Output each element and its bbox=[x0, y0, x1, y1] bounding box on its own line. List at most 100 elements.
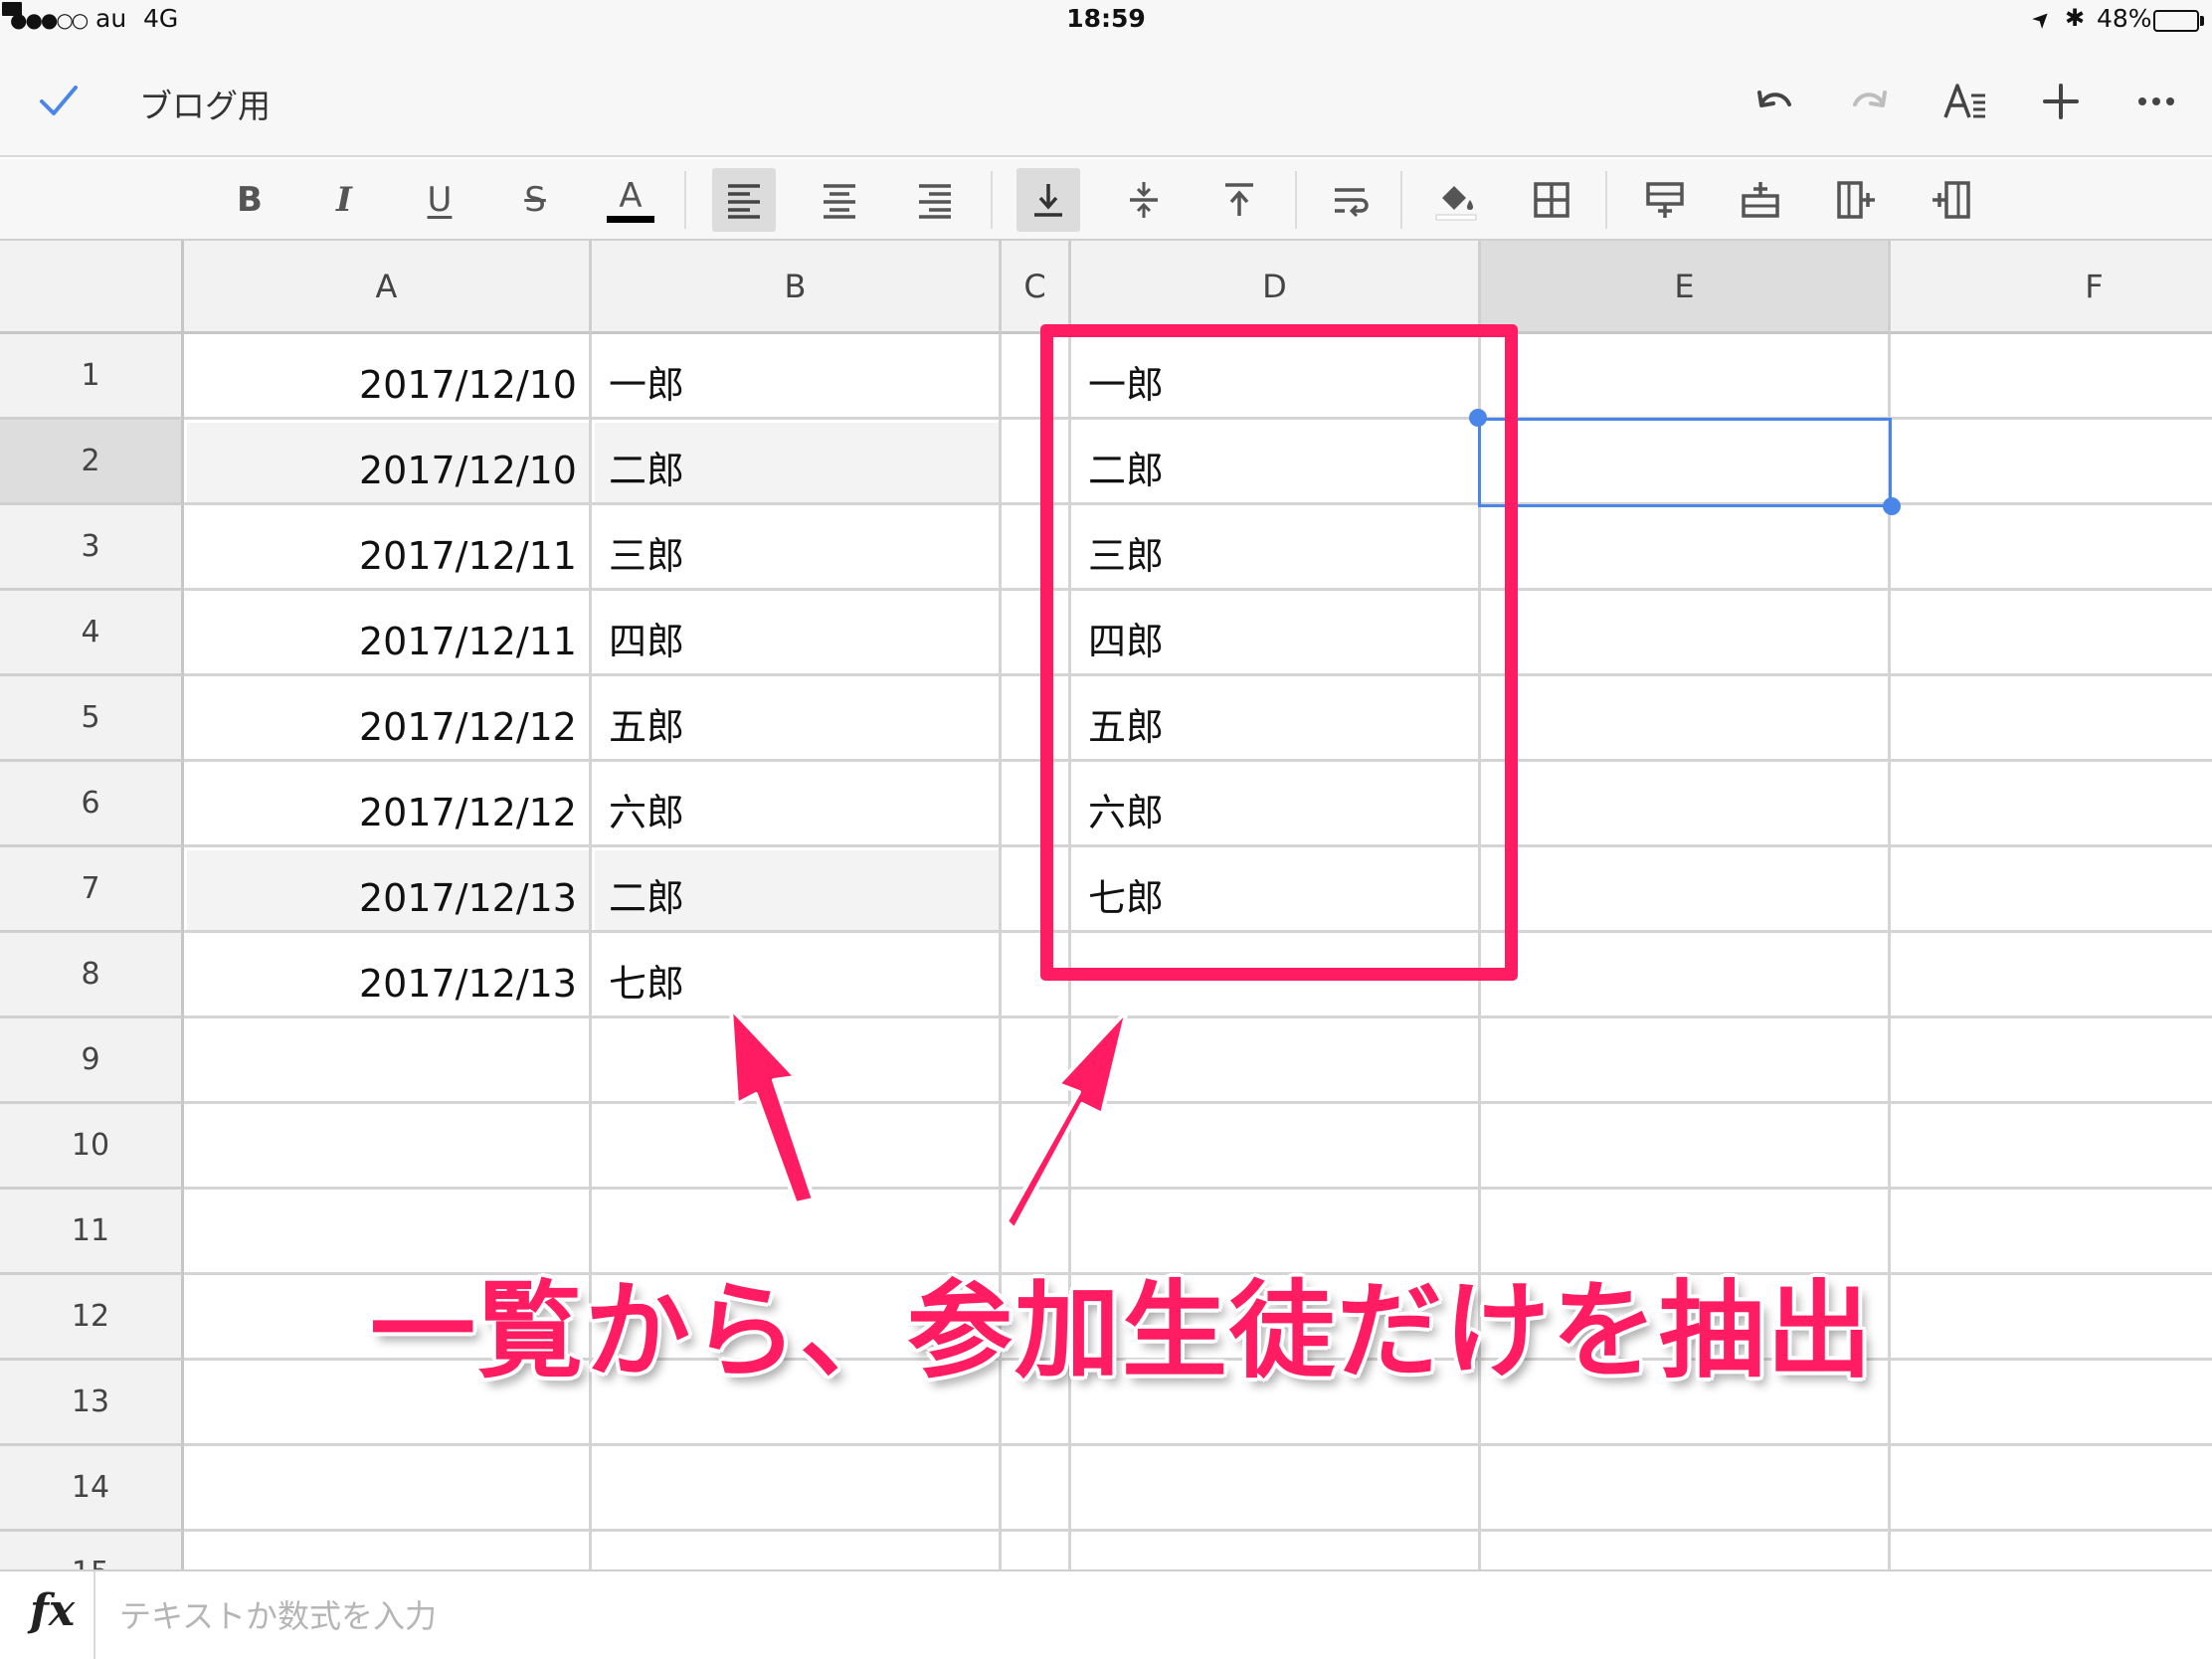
column-header-d[interactable]: D bbox=[1071, 241, 1481, 334]
undo-button[interactable] bbox=[1749, 76, 1800, 127]
bold-button[interactable]: B bbox=[218, 168, 281, 232]
undo-icon bbox=[1757, 91, 1791, 107]
row-header-11[interactable]: 11 bbox=[0, 1190, 184, 1275]
align-bottom-icon bbox=[1034, 184, 1062, 217]
formula-bar: fx bbox=[0, 1569, 2212, 1659]
cell-b8[interactable]: 七郎 bbox=[595, 936, 999, 1015]
row-header-3[interactable]: 3 bbox=[0, 505, 184, 591]
align-center-button[interactable] bbox=[808, 168, 871, 232]
cell-b6[interactable]: 六郎 bbox=[595, 765, 999, 844]
text-color-icon: A bbox=[619, 175, 643, 216]
row-header-5[interactable]: 5 bbox=[0, 676, 184, 762]
cell-a2[interactable]: 2017/12/10 bbox=[187, 423, 589, 502]
toolbar-divider bbox=[1295, 171, 1297, 229]
table-row bbox=[184, 1446, 2212, 1532]
selected-cell-outline[interactable] bbox=[1478, 418, 1892, 507]
row-header-6[interactable]: 6 bbox=[0, 762, 184, 847]
insert-column-right-button[interactable] bbox=[1824, 168, 1888, 232]
text-format-button[interactable] bbox=[1939, 76, 1991, 127]
align-bottom-button[interactable] bbox=[1016, 168, 1080, 232]
check-icon bbox=[40, 86, 78, 115]
battery-level bbox=[2, 2, 22, 16]
cell-a1[interactable]: 2017/12/10 bbox=[187, 337, 589, 417]
italic-button[interactable]: I bbox=[312, 168, 376, 232]
strikethrough-icon: S bbox=[524, 180, 546, 220]
status-bar: ●●●○○ au 4G 18:59 ➤ ✱ 48% bbox=[0, 0, 2212, 42]
insert-column-icon bbox=[1837, 181, 1875, 219]
underline-button[interactable]: U bbox=[408, 168, 471, 232]
cell-a4[interactable]: 2017/12/11 bbox=[187, 594, 589, 673]
row-header-14[interactable]: 14 bbox=[0, 1446, 184, 1532]
cell-b7[interactable]: 二郎 bbox=[595, 850, 999, 930]
cell-b5[interactable]: 五郎 bbox=[595, 679, 999, 759]
wrap-text-button[interactable] bbox=[1319, 168, 1382, 232]
format-toolbar: B I U S A bbox=[0, 159, 2212, 241]
row-header-9[interactable]: 9 bbox=[0, 1018, 184, 1104]
document-title[interactable]: ブログ用 bbox=[139, 80, 271, 127]
row-header-13[interactable]: 13 bbox=[0, 1361, 184, 1446]
wrap-text-icon bbox=[1335, 188, 1369, 218]
cell-b4[interactable]: 四郎 bbox=[595, 594, 999, 673]
toolbar-divider bbox=[1400, 171, 1402, 229]
align-top-button[interactable] bbox=[1207, 168, 1271, 232]
battery-icon bbox=[2153, 10, 2199, 32]
row-header-7[interactable]: 7 bbox=[0, 847, 184, 933]
row-header-1[interactable]: 1 bbox=[0, 334, 184, 420]
row-header-10[interactable]: 10 bbox=[0, 1104, 184, 1190]
bluetooth-icon: ✱ bbox=[2065, 4, 2086, 32]
cell-b1[interactable]: 一郎 bbox=[595, 337, 999, 417]
row-header-4[interactable]: 4 bbox=[0, 591, 184, 676]
align-left-icon bbox=[728, 184, 760, 219]
text-format-icon bbox=[1943, 84, 1985, 118]
align-top-icon bbox=[1225, 183, 1253, 216]
table-row bbox=[184, 1532, 2212, 1569]
cell-a6[interactable]: 2017/12/12 bbox=[187, 765, 589, 844]
align-middle-button[interactable] bbox=[1112, 168, 1176, 232]
cell-b3[interactable]: 三郎 bbox=[595, 508, 999, 588]
selection-handle-bottom-right[interactable] bbox=[1883, 497, 1901, 515]
column-header-e[interactable]: E bbox=[1481, 241, 1891, 334]
cell-a5[interactable]: 2017/12/12 bbox=[187, 679, 589, 759]
strikethrough-button[interactable]: S bbox=[503, 168, 567, 232]
more-button[interactable] bbox=[2130, 76, 2182, 127]
cell-a8[interactable]: 2017/12/13 bbox=[187, 936, 589, 1015]
toolbar-divider bbox=[1605, 171, 1607, 229]
select-all-corner[interactable] bbox=[0, 241, 184, 334]
toolbar-divider bbox=[991, 171, 993, 229]
cell-b2[interactable]: 二郎 bbox=[595, 423, 999, 502]
redo-button[interactable] bbox=[1844, 76, 1896, 127]
align-middle-icon bbox=[1130, 182, 1158, 218]
bold-icon: B bbox=[237, 180, 263, 220]
align-right-icon bbox=[919, 184, 951, 219]
borders-button[interactable] bbox=[1520, 168, 1583, 232]
column-header-c[interactable]: C bbox=[1002, 241, 1071, 334]
cell-a3[interactable]: 2017/12/11 bbox=[187, 508, 589, 588]
align-left-button[interactable] bbox=[712, 168, 776, 232]
align-right-button[interactable] bbox=[903, 168, 967, 232]
insert-button[interactable] bbox=[2035, 76, 2087, 127]
insert-row-icon bbox=[1646, 182, 1684, 218]
function-icon[interactable]: fx bbox=[30, 1585, 75, 1636]
row-header-15[interactable]: 15 bbox=[0, 1532, 184, 1569]
cell-a7[interactable]: 2017/12/13 bbox=[187, 850, 589, 930]
row-header-2[interactable]: 2 bbox=[0, 420, 184, 505]
insert-row-above-button[interactable] bbox=[1633, 168, 1697, 232]
column-header-a[interactable]: A bbox=[184, 241, 592, 334]
formula-input[interactable] bbox=[119, 1589, 2188, 1643]
column-header-b[interactable]: B bbox=[592, 241, 1002, 334]
insert-column-left-button[interactable] bbox=[1920, 168, 1983, 232]
done-button[interactable] bbox=[36, 78, 82, 123]
text-color-button[interactable]: A bbox=[599, 168, 662, 232]
redo-icon bbox=[1853, 91, 1887, 107]
insert-row-below-icon bbox=[1742, 182, 1779, 218]
row-header-8[interactable]: 8 bbox=[0, 933, 184, 1018]
annotation-caption: 一覧から、参加生徒だけを抽出 bbox=[370, 1270, 1874, 1392]
toolbar-divider bbox=[684, 171, 686, 229]
plus-icon bbox=[2043, 84, 2079, 119]
row-header-12[interactable]: 12 bbox=[0, 1275, 184, 1361]
insert-row-below-button[interactable] bbox=[1729, 168, 1792, 232]
underline-icon: U bbox=[427, 180, 453, 220]
fill-color-button[interactable] bbox=[1424, 168, 1488, 232]
column-header-f[interactable]: F bbox=[1891, 241, 2212, 334]
title-bar: ブログ用 bbox=[0, 42, 2212, 157]
